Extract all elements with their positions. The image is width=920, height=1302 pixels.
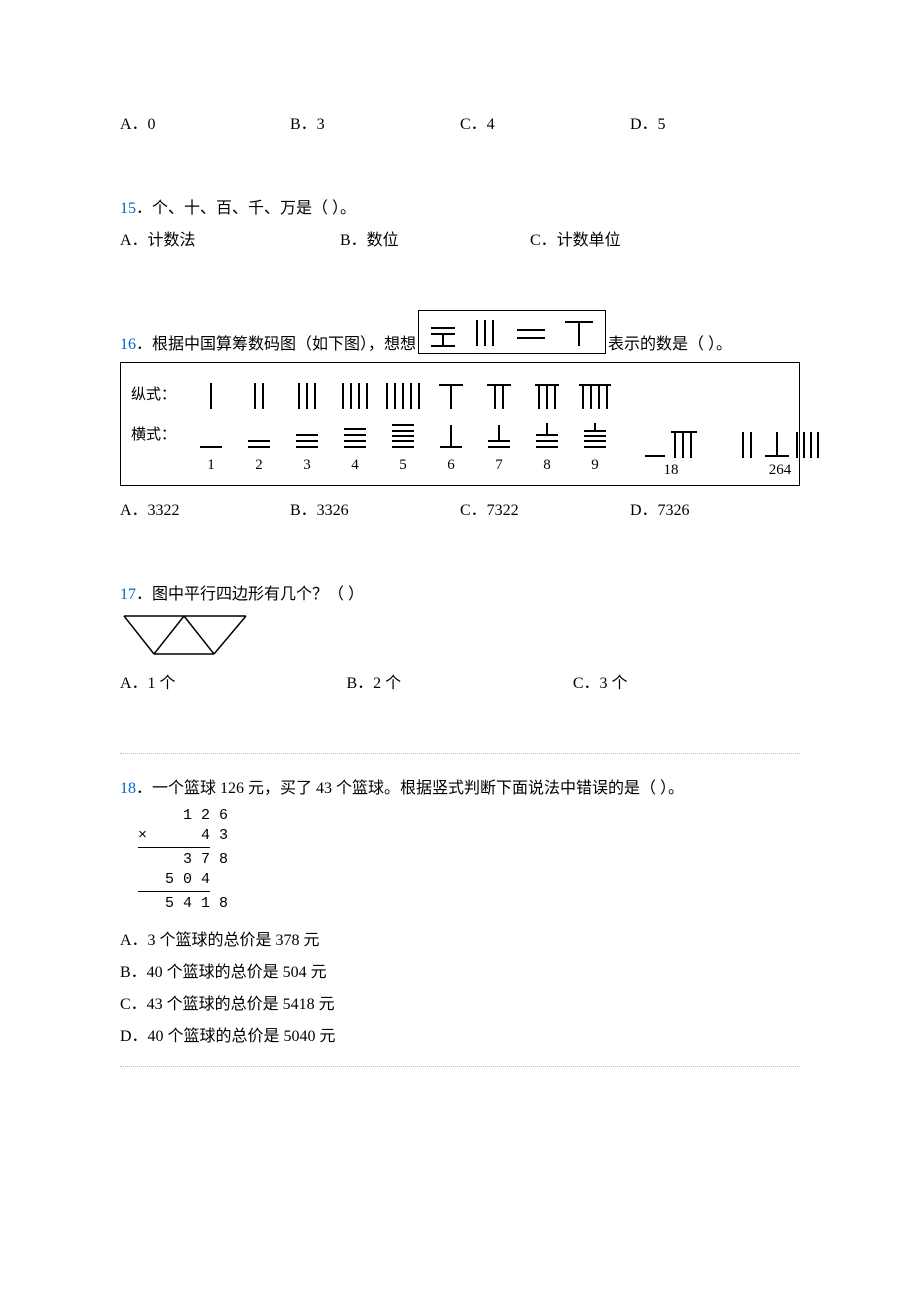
q16-num-7: 7	[475, 455, 523, 475]
q15-opt-a: A．计数法	[120, 226, 340, 250]
divider	[120, 1066, 800, 1067]
q17-opt-b: B．2 个	[346, 669, 572, 693]
q18-vertical-calc: 1 2 6 × 4 3 3 7 8 5 0 4 5 4 1 8	[120, 806, 800, 914]
q17: 17．图中平行四边形有几个？（ ） A．1 个 B．2 个 C．3 个	[120, 580, 800, 693]
q14-opt-c: C．4	[460, 110, 630, 134]
q15-stem: ．个、十、百、千、万是（ ）。	[136, 200, 356, 217]
q16-num-5: 5	[379, 455, 427, 475]
rod-v3-icon	[283, 375, 331, 411]
rod-h4-icon	[331, 415, 379, 451]
q16-reference-table: 纵式： 横式：	[120, 362, 800, 486]
q18-calc-l1: 1 2 6	[120, 806, 800, 826]
rod-h7-icon	[475, 415, 523, 451]
q16-number: 16	[120, 336, 136, 354]
rod-h1-icon	[187, 415, 235, 451]
q18-stem: ．一个篮球 126 元，买了 43 个篮球。根据竖式判断下面说法中错误的是（ ）…	[136, 780, 684, 797]
q14-options: A．0 B．3 C．4 D．5	[120, 110, 800, 134]
rod-v4-icon	[331, 375, 379, 411]
q16-num-1: 1	[187, 455, 235, 475]
q16: 16．根据中国算筹数码图（如下图），想想	[120, 310, 800, 520]
rod-h2-icon	[235, 415, 283, 451]
q18-calc-l3: 3 7 8	[120, 850, 800, 870]
rod-h9-icon	[571, 415, 619, 451]
rod-v8-icon	[523, 375, 571, 411]
q16-vertical-label: 纵式：	[131, 383, 187, 404]
rod-h5-icon	[379, 415, 427, 451]
rod-v9-icon	[571, 375, 619, 411]
q17-number: 17	[120, 586, 136, 603]
q18-opt-b: B．40 个篮球的总价是 504 元	[120, 958, 800, 982]
rod-h6-icon	[427, 415, 475, 451]
q16-example-264: 264	[737, 428, 823, 479]
q15-opt-c: C．计数单位	[530, 226, 621, 250]
q16-example-18: 18	[641, 428, 701, 479]
q16-opt-c: C．7322	[460, 496, 630, 520]
q15-opt-b: B．数位	[340, 226, 530, 250]
q18-opt-a: A．3 个篮球的总价是 378 元	[120, 926, 800, 950]
divider	[120, 753, 800, 754]
q18: 18．一个篮球 126 元，买了 43 个篮球。根据竖式判断下面说法中错误的是（…	[120, 774, 800, 1046]
q18-opt-d: D．40 个篮球的总价是 5040 元	[120, 1022, 800, 1046]
q16-opt-a: A．3322	[120, 496, 290, 520]
q14-opt-a: A．0	[120, 110, 290, 134]
q18-rule1	[138, 847, 210, 848]
q18-calc-l2: × 4 3	[120, 826, 800, 846]
q16-opt-b: B．3326	[290, 496, 460, 520]
rod-h8-icon	[523, 415, 571, 451]
q16-num-6: 6	[427, 455, 475, 475]
q15: 15．个、十、百、千、万是（ ）。 A．计数法 B．数位 C．计数单位	[120, 194, 800, 250]
q16-example-18-label: 18	[664, 462, 679, 479]
q15-number: 15	[120, 200, 136, 217]
q16-num-8: 8	[523, 455, 571, 475]
q17-figure	[120, 612, 800, 663]
q14-opt-d: D．5	[630, 110, 800, 134]
q16-num-3: 3	[283, 455, 331, 475]
q17-opt-c: C．3 个	[573, 669, 799, 693]
q18-rule2	[138, 891, 210, 892]
q16-num-4: 4	[331, 455, 379, 475]
rod-v5-icon	[379, 375, 427, 411]
q17-opt-a: A．1 个	[120, 669, 346, 693]
q16-mystery-box	[418, 310, 606, 354]
rod-h3-icon	[283, 415, 331, 451]
q16-example-264-label: 264	[769, 462, 792, 479]
rod-v1-icon	[187, 375, 235, 411]
q16-num-9: 9	[571, 455, 619, 475]
q17-stem: ．图中平行四边形有几个？（ ）	[136, 586, 364, 603]
q14-opt-b: B．3	[290, 110, 460, 134]
q16-horizontal-label: 横式：	[131, 423, 187, 444]
q18-number: 18	[120, 780, 136, 797]
q16-opt-d: D．7326	[630, 496, 800, 520]
q16-stem-pre: ．根据中国算筹数码图（如下图），想想	[136, 330, 416, 354]
q16-num-2: 2	[235, 455, 283, 475]
q18-opt-c: C．43 个篮球的总价是 5418 元	[120, 990, 800, 1014]
rod-v2-icon	[235, 375, 283, 411]
q18-calc-l4: 5 0 4	[120, 870, 800, 890]
q18-calc-l5: 5 4 1 8	[120, 894, 800, 914]
rod-v6-icon	[427, 375, 475, 411]
rod-v7-icon	[475, 375, 523, 411]
q16-stem-post: 表示的数是（ ）。	[608, 330, 732, 354]
